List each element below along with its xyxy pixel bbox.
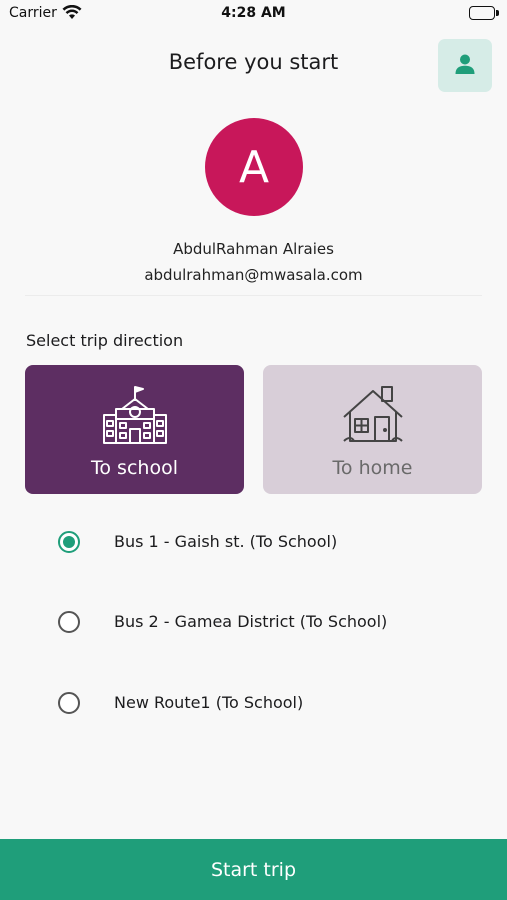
radio-selected[interactable]	[58, 531, 80, 553]
school-icon	[102, 385, 168, 449]
start-trip-label: Start trip	[210, 858, 297, 881]
start-trip-button[interactable]: Start trip	[0, 839, 507, 900]
person-icon	[454, 53, 476, 79]
to-school-label: To school	[91, 457, 178, 479]
route-option[interactable]: Bus 1 - Gaish st. (To School)	[0, 520, 507, 564]
status-bar: Carrier 4:28 AM	[0, 0, 507, 28]
divider	[25, 295, 482, 296]
avatar-letter: A	[238, 141, 270, 193]
to-home-card[interactable]: To home	[263, 365, 482, 494]
user-email: abdulrahman@mwasala.com	[144, 266, 363, 284]
avatar: A	[205, 118, 303, 216]
battery-icon	[469, 6, 499, 20]
house-icon	[342, 385, 404, 449]
profile-button[interactable]	[438, 39, 492, 92]
route-label: New Route1 (To School)	[114, 693, 304, 712]
radio-unselected[interactable]	[58, 692, 80, 714]
to-school-card[interactable]: To school	[25, 365, 244, 494]
route-label: Bus 2 - Gamea District (To School)	[114, 612, 388, 631]
status-time: 4:28 AM	[221, 5, 286, 21]
page-title: Before you start	[168, 50, 339, 74]
to-home-label: To home	[332, 457, 413, 479]
route-option[interactable]: New Route1 (To School)	[0, 681, 507, 725]
trip-direction-label: Select trip direction	[26, 331, 184, 350]
radio-unselected[interactable]	[58, 611, 80, 633]
route-option[interactable]: Bus 2 - Gamea District (To School)	[0, 600, 507, 644]
route-label: Bus 1 - Gaish st. (To School)	[114, 532, 338, 551]
user-name: AbdulRahman Alraies	[173, 240, 334, 258]
